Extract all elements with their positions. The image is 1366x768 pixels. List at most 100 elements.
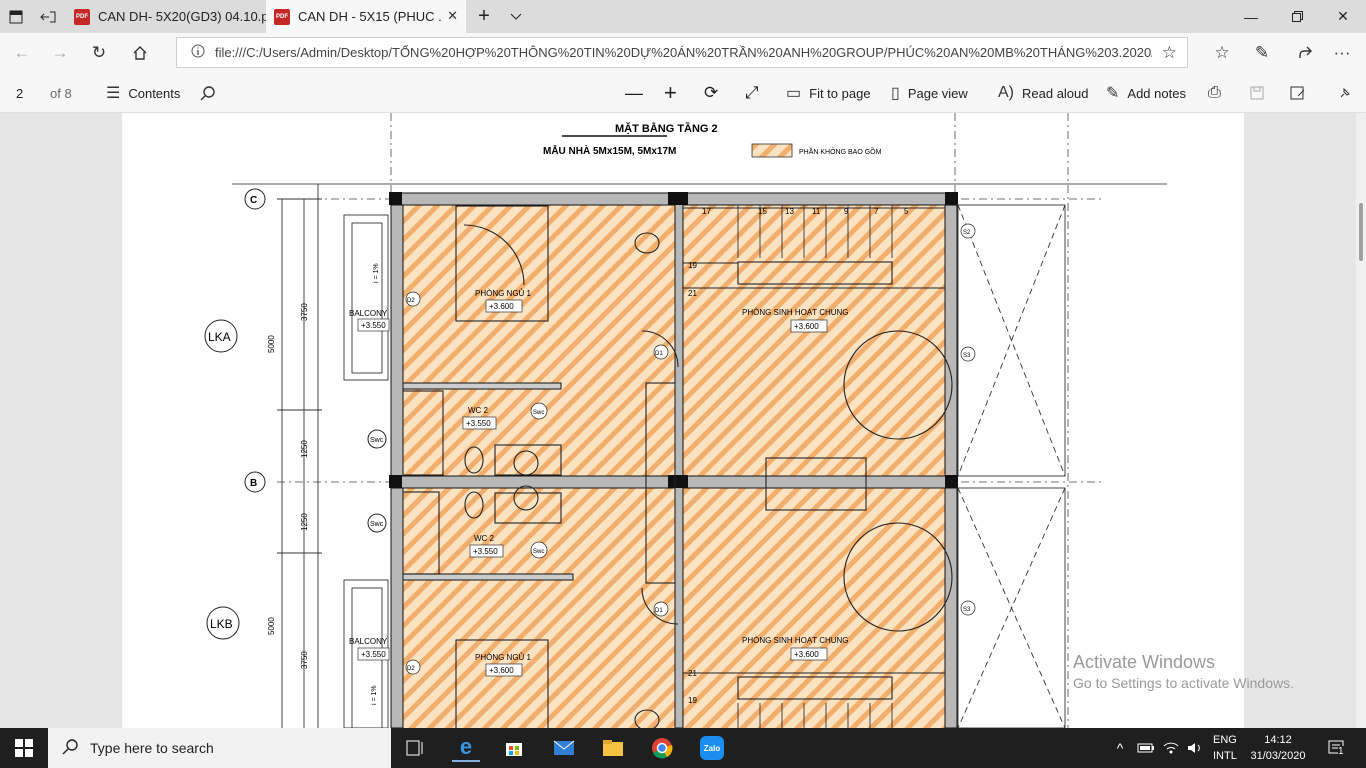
search-placeholder: Type here to search	[90, 740, 214, 756]
fit-to-page-button[interactable]: ▭ Fit to page	[786, 73, 871, 113]
swc-label: Swc	[370, 437, 384, 444]
forward-icon[interactable]: →	[48, 41, 72, 65]
floor-plan-drawing: MẶT BẰNG TẦNG 2 MẪU NHÀ 5Mx15M, 5Mx17M P…	[204, 113, 1167, 728]
unit-label-lkb: LKB	[210, 617, 233, 631]
refresh-icon[interactable]: ↻	[87, 41, 111, 65]
wifi-icon[interactable]	[1160, 734, 1182, 762]
tag-d1-bottom: D1	[655, 608, 663, 614]
pdf-icon: PDF	[74, 8, 90, 25]
slope-label-top: i = 1%	[373, 263, 380, 283]
pdf-page: MẶT BẰNG TẦNG 2 MẪU NHÀ 5Mx15M, 5Mx17M P…	[122, 113, 1244, 728]
print-icon[interactable]: ⎙	[1208, 73, 1221, 113]
page-number-input[interactable]: 2	[16, 73, 23, 113]
watermark-title: Activate Windows	[1073, 652, 1216, 672]
contents-button[interactable]: ☰ Contents	[106, 73, 180, 113]
tab-1[interactable]: PDF CAN DH- 5X20(GD3) 04.10.p	[66, 0, 266, 33]
task-view-icon[interactable]	[402, 734, 430, 762]
stair-step-9: 9	[844, 207, 849, 216]
elev-wc-top: +3.550	[466, 419, 491, 428]
share-icon[interactable]	[1293, 41, 1317, 65]
dim-1250-top: 1250	[300, 440, 309, 458]
zalo-icon[interactable]: Zalo	[698, 734, 726, 762]
language-code: ENG	[1213, 734, 1237, 746]
restore-button[interactable]	[1274, 0, 1320, 33]
set-tabs-aside-icon[interactable]	[32, 0, 64, 33]
battery-icon[interactable]	[1135, 734, 1157, 762]
pen-icon: ✎	[1106, 85, 1120, 102]
web-note-icon[interactable]: ✎	[1250, 41, 1274, 65]
zoom-out-button[interactable]: —	[625, 73, 643, 113]
favorites-icon[interactable]: ☆	[1210, 41, 1234, 65]
drawing-subtitle: MẪU NHÀ 5Mx15M, 5Mx17M	[543, 144, 676, 157]
mail-icon[interactable]	[550, 734, 578, 762]
elev-balcony-bottom: +3.550	[361, 650, 386, 659]
new-tab-button[interactable]: +	[466, 0, 502, 33]
minimize-button[interactable]: —	[1228, 0, 1274, 33]
tab-2[interactable]: PDF CAN DH - 5X15 (PHUC . ✕	[266, 0, 466, 33]
chevron-down-icon[interactable]	[500, 0, 532, 33]
page-view-label: Page view	[907, 85, 968, 101]
search-button[interactable]	[200, 73, 216, 113]
balcony-label-top: BALCONY	[349, 309, 388, 318]
tag-s3-top: S3	[963, 353, 971, 359]
room-bedroom-bottom: PHÒNG NGỦ 1	[475, 653, 532, 662]
rotate-button[interactable]: ⟳	[704, 73, 718, 113]
volume-icon[interactable]	[1184, 734, 1206, 762]
read-aloud-icon: A)	[998, 84, 1014, 101]
home-icon[interactable]	[128, 41, 152, 65]
tag-swc-wc-bottom: Swc	[533, 549, 544, 555]
page-count: of 8	[50, 85, 72, 101]
clock-time: 14:12	[1264, 734, 1292, 746]
file-explorer-icon[interactable]	[599, 734, 627, 762]
dim-5000-top: 5000	[267, 335, 276, 353]
close-tab-icon[interactable]: ✕	[447, 8, 458, 24]
tab-1-title: CAN DH- 5X20(GD3) 04.10.p	[98, 9, 266, 24]
fullscreen-button[interactable]: ⤢	[745, 73, 759, 113]
read-aloud-label: Read aloud	[1022, 85, 1089, 101]
stair-step-21-top: 21	[688, 289, 697, 298]
save-as-icon[interactable]	[1290, 73, 1306, 113]
close-window-button[interactable]: ✕	[1320, 0, 1366, 33]
scrollbar-thumb[interactable]	[1359, 203, 1363, 261]
room-living-bottom: PHÒNG SINH HOẠT CHUNG	[742, 636, 849, 645]
taskbar-search-box[interactable]: Type here to search	[48, 728, 391, 768]
address-bar[interactable]: file:///C:/Users/Admin/Desktop/TỔNG%20HỢ…	[176, 37, 1188, 68]
page-view-button[interactable]: ▯ Page view	[891, 73, 968, 113]
store-icon[interactable]	[500, 734, 528, 762]
stair-step-17: 17	[702, 207, 711, 216]
slope-label-bottom: i = 1%	[371, 685, 378, 705]
add-favorite-icon[interactable]: ☆	[1162, 43, 1177, 63]
pdf-viewer[interactable]: MẶT BẰNG TẦNG 2 MẪU NHÀ 5Mx15M, 5Mx17M P…	[0, 113, 1366, 728]
stair-step-11: 11	[812, 207, 821, 216]
action-center-icon[interactable]: 1	[1323, 734, 1351, 762]
dim-3750-top: 3750	[300, 303, 309, 321]
info-icon[interactable]	[191, 44, 205, 61]
pin-toolbar-icon[interactable]	[1338, 73, 1352, 113]
stair-step-15: 15	[758, 207, 767, 216]
elev-bedroom-top: +3.600	[489, 302, 514, 311]
zoom-in-button[interactable]: +	[664, 73, 677, 113]
legend-swatch	[751, 143, 793, 158]
chevron-up-icon[interactable]: ^	[1110, 734, 1130, 762]
tag-s3-bottom: S3	[963, 607, 971, 613]
more-icon[interactable]: ···	[1330, 41, 1354, 65]
room-wc-top: WC 2	[468, 406, 489, 415]
windows-start-icon[interactable]	[10, 734, 38, 762]
stair-step-13: 13	[785, 207, 794, 216]
room-wc-bottom: WC 2	[474, 534, 495, 543]
clock[interactable]: 14:12 31/03/2020	[1246, 732, 1310, 764]
elev-bedroom-bottom: +3.600	[489, 666, 514, 675]
add-notes-button[interactable]: ✎ Add notes	[1106, 73, 1186, 113]
chrome-icon[interactable]	[648, 734, 676, 762]
legend-label: PHẦN KHÔNG BAO GỒM	[799, 146, 882, 156]
excluded-area	[403, 201, 945, 728]
language-indicator[interactable]: ENG INTL	[1213, 732, 1237, 764]
read-aloud-button[interactable]: A) Read aloud	[998, 73, 1089, 113]
save-icon[interactable]	[1250, 73, 1264, 113]
edge-icon[interactable]: e	[452, 734, 480, 762]
back-icon[interactable]: ←	[10, 41, 34, 65]
stair-step-19-top: 19	[688, 261, 697, 270]
search-icon	[62, 738, 78, 758]
tab-actions-icon[interactable]	[0, 0, 32, 33]
stair-step-7: 7	[874, 207, 879, 216]
